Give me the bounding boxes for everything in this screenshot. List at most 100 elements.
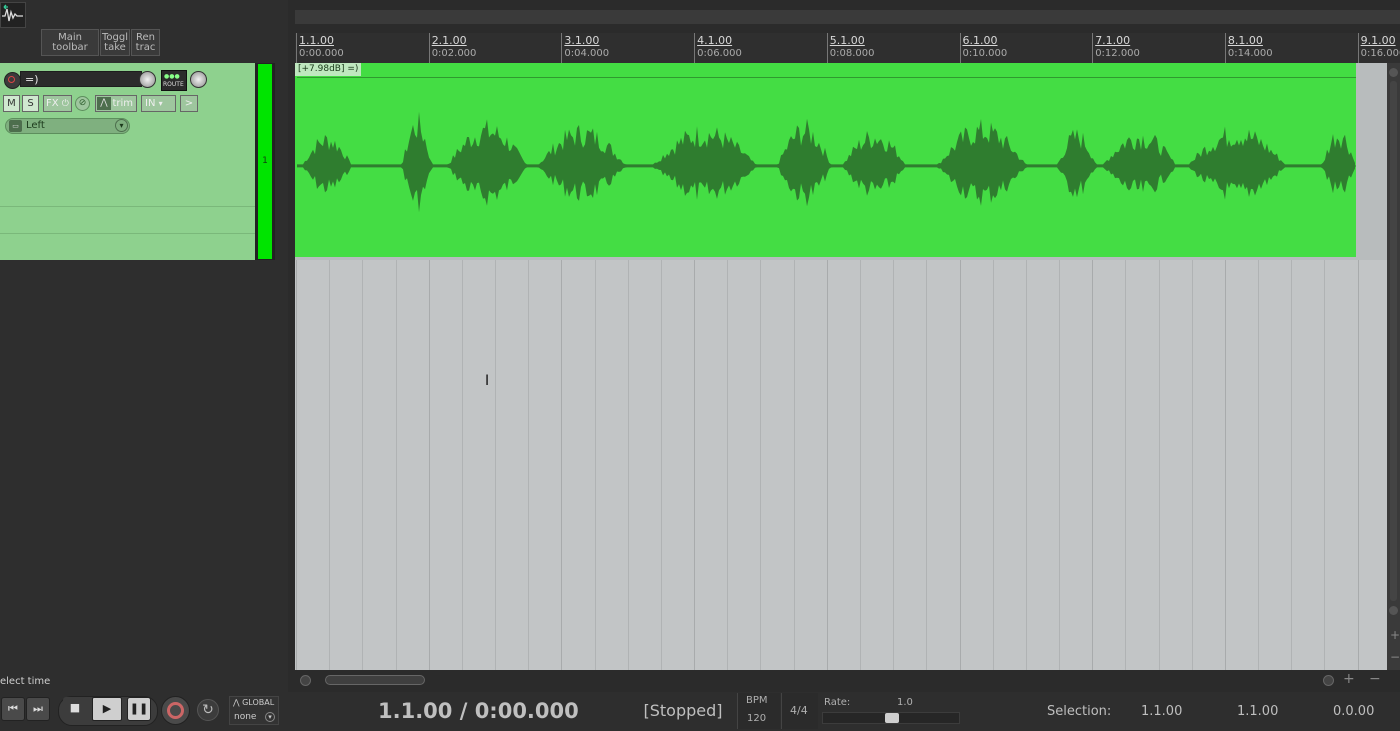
timeline-ruler[interactable]: 1.1.00 0:00.000 2.1.00 0:02.000 3.1.00 0:04.0… xyxy=(295,33,1400,63)
envelope-trim-button[interactable]: ⋀ trim xyxy=(95,95,137,112)
stop-button[interactable]: ■ xyxy=(63,697,87,721)
time-signature-display[interactable]: 4/4 xyxy=(781,693,818,729)
ruler-tick xyxy=(561,33,563,63)
ruler-time-label: 0:04.000 xyxy=(564,48,610,59)
media-item[interactable]: [+7.98dB] =) xyxy=(295,63,1356,257)
beat-gridline xyxy=(859,260,861,670)
beat-gridline xyxy=(362,260,364,670)
route-dots-icon: ●●● xyxy=(164,73,180,80)
ruler-header-bar xyxy=(295,10,1400,24)
repeat-button[interactable]: ↻ xyxy=(197,699,219,721)
scroll-up-icon[interactable] xyxy=(1389,68,1398,77)
input-icon: ▭ xyxy=(9,120,22,132)
record-arm-button[interactable] xyxy=(4,72,21,89)
bar-gridline xyxy=(826,260,828,670)
waveform-icon[interactable] xyxy=(0,2,26,28)
automation-mode-button[interactable]: ⋀ GLOBAL none ▾ xyxy=(229,696,279,725)
rename-track-button[interactable]: Ren trac xyxy=(131,29,160,56)
arrange-view[interactable]: [+7.98dB] =) I xyxy=(295,63,1387,670)
track-name-field[interactable]: =) xyxy=(20,71,142,87)
beat-gridline xyxy=(760,260,762,670)
chevron-down-icon: ▾ xyxy=(158,99,163,108)
zoom-in-icon[interactable]: + xyxy=(1390,628,1400,642)
route-button[interactable]: ●●● ROUTE xyxy=(161,70,187,91)
ruler-time-label: 0:16.000 xyxy=(1360,48,1400,59)
selection-start[interactable]: 1.1.00 xyxy=(1141,704,1182,719)
beat-gridline xyxy=(992,260,994,670)
beat-gridline xyxy=(528,260,530,670)
solo-button[interactable]: S xyxy=(22,95,39,112)
scroll-right-icon[interactable] xyxy=(1323,675,1334,686)
rate-slider-thumb[interactable] xyxy=(885,713,899,723)
input-button[interactable]: IN ▾ xyxy=(141,95,176,112)
phase-icon[interactable]: ⊘ xyxy=(75,96,90,111)
ruler-time-label: 0:14.000 xyxy=(1227,48,1273,59)
toggle-take-button[interactable]: Toggl take xyxy=(100,29,130,56)
bar-gridline xyxy=(1092,260,1094,670)
go-to-start-button[interactable]: ⏮ xyxy=(1,697,25,721)
volume-knob[interactable] xyxy=(139,71,156,88)
horizontal-scroll-thumb[interactable] xyxy=(325,675,425,685)
zoom-out-icon[interactable]: − xyxy=(1390,650,1400,664)
play-button[interactable]: ▶ xyxy=(92,697,122,721)
input-channel-select[interactable]: ▭ Left ▾ xyxy=(5,118,130,134)
ruler-time-label: 0:12.000 xyxy=(1095,48,1140,59)
beat-gridline xyxy=(594,260,596,670)
bar-gridline xyxy=(428,260,430,670)
go-to-end-button[interactable]: ⏭ xyxy=(26,697,50,721)
time-display[interactable]: 1.1.00 / 0:00.000 xyxy=(370,695,628,728)
zoom-out-icon[interactable]: − xyxy=(1369,671,1381,687)
beat-gridline xyxy=(1158,260,1160,670)
track-divider xyxy=(0,233,255,234)
text-cursor-icon: I xyxy=(485,373,490,389)
beat-gridline xyxy=(1291,260,1293,670)
bpm-display[interactable]: BPM 120 xyxy=(737,693,780,729)
ruler-bar-label: 9.1.00 xyxy=(1360,34,1396,47)
time-signature-value: 4/4 xyxy=(790,704,808,717)
skip-back-icon: ⏮ xyxy=(8,702,18,715)
chevron-right-icon: > xyxy=(184,98,194,109)
vertical-scroll-thumb[interactable] xyxy=(1390,81,1397,601)
play-icon: ▶ xyxy=(102,702,112,715)
rate-slider[interactable] xyxy=(822,712,960,724)
beat-gridline xyxy=(627,260,629,670)
horizontal-scrollbar[interactable]: + − xyxy=(295,670,1400,692)
channel-label: Left xyxy=(26,120,45,131)
fx-label: FX xyxy=(46,98,59,109)
toggle-take-label-2: take xyxy=(104,42,126,53)
beat-gridline xyxy=(395,260,397,670)
send-arrow-button[interactable]: > xyxy=(180,95,198,112)
pause-button[interactable]: ❚❚ xyxy=(127,697,151,721)
pan-knob[interactable] xyxy=(190,71,207,88)
beat-gridline xyxy=(1191,260,1193,670)
chevron-down-icon: ▾ xyxy=(265,712,275,722)
ruler-bar-label: 5.1.00 xyxy=(829,34,865,47)
media-item-title: [+7.98dB] =) xyxy=(295,63,362,76)
mute-button[interactable]: M xyxy=(3,95,20,112)
vertical-scrollbar[interactable]: + − xyxy=(1387,63,1400,670)
scroll-left-icon[interactable] xyxy=(300,675,311,686)
selection-length[interactable]: 0.0.00 xyxy=(1333,704,1374,719)
bpm-value: 120 xyxy=(747,713,767,724)
rename-track-label-2: trac xyxy=(135,42,156,53)
scroll-down-icon[interactable] xyxy=(1389,606,1398,615)
ruler-tick xyxy=(1092,33,1094,63)
record-button[interactable] xyxy=(161,696,190,725)
beat-gridline xyxy=(660,260,662,670)
envelope-icon: ⋀ xyxy=(97,97,111,110)
media-item-body xyxy=(297,77,1356,257)
fx-button[interactable]: FX ⏻ xyxy=(43,95,72,112)
automation-value: none xyxy=(234,712,257,722)
main-toolbar-button[interactable]: Main toolbar xyxy=(41,29,99,56)
beat-gridline xyxy=(1324,260,1326,670)
beat-gridline xyxy=(893,260,895,670)
selection-end[interactable]: 1.1.00 xyxy=(1237,704,1278,719)
track-header[interactable] xyxy=(0,63,255,260)
record-arm-icon xyxy=(8,76,15,83)
bar-gridline xyxy=(959,260,961,670)
zoom-in-icon[interactable]: + xyxy=(1343,671,1355,687)
ruler-time-label: 0:08.000 xyxy=(829,48,875,59)
ruler-bar-label: 2.1.00 xyxy=(431,34,467,47)
track-number: 1 xyxy=(262,156,268,166)
chevron-down-icon: ▾ xyxy=(115,119,128,132)
